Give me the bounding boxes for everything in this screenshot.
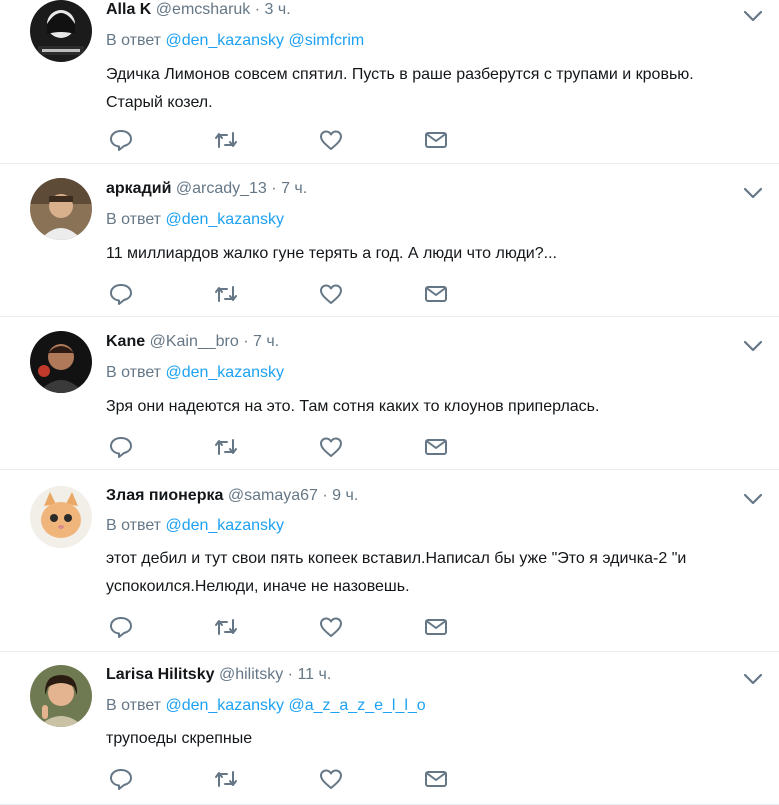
reply-context: В ответ @den_kazansky	[106, 211, 284, 229]
tweet[interactable]: Alla K @emcsharuk · 3 ч. В ответ @den_ka…	[0, 0, 779, 164]
timestamp[interactable]: 11 ч.	[297, 666, 331, 683]
timestamp[interactable]: 9 ч.	[332, 487, 358, 504]
tweet-header: Larisa Hilitsky @hilitsky · 11 ч.	[106, 666, 331, 684]
reply-context: В ответ @den_kazansky	[106, 517, 284, 535]
retweet-icon[interactable]	[213, 767, 239, 791]
mention-link[interactable]: @den_kazansky	[165, 32, 284, 49]
tweet[interactable]: Злая пионерка @samaya67 · 9 ч. В ответ @…	[0, 470, 779, 652]
tweet-header: аркадий @arcady_13 · 7 ч.	[106, 180, 307, 198]
reply-prefix: В ответ	[106, 364, 162, 381]
mention-link[interactable]: @simfcrim	[288, 32, 364, 49]
timestamp[interactable]: 7 ч.	[281, 180, 307, 197]
author-handle[interactable]: @arcady_13	[176, 180, 267, 197]
avatar[interactable]	[30, 486, 92, 548]
reply-prefix: В ответ	[106, 32, 162, 49]
reply-context: В ответ @den_kazansky	[106, 364, 284, 382]
tweet-text: 11 миллиардов жалко гуне терять а год. А…	[106, 245, 557, 262]
tweet[interactable]: Larisa Hilitsky @hilitsky · 11 ч. В отве…	[0, 652, 779, 805]
tweet[interactable]: Kane @Kain__bro · 7 ч. В ответ @den_kaza…	[0, 317, 779, 470]
avatar[interactable]	[30, 665, 92, 727]
reply-icon[interactable]	[108, 767, 134, 791]
avatar[interactable]	[30, 0, 92, 62]
reply-prefix: В ответ	[106, 211, 162, 228]
author-handle[interactable]: @samaya67	[228, 487, 318, 504]
tweet-text: Зря они надеются на это. Там сотня каких…	[106, 398, 600, 415]
chevron-down-icon[interactable]	[742, 491, 764, 507]
reply-icon[interactable]	[108, 615, 134, 639]
separator-dot: ·	[254, 1, 261, 18]
like-icon[interactable]	[318, 767, 344, 791]
timestamp[interactable]: 3 ч.	[265, 1, 291, 18]
direct-message-icon[interactable]	[423, 767, 449, 791]
retweet-icon[interactable]	[213, 282, 239, 306]
chevron-down-icon[interactable]	[742, 185, 764, 201]
mention-link[interactable]: @den_kazansky	[165, 364, 284, 381]
mention-link[interactable]: @den_kazansky	[165, 211, 284, 228]
tweet-text: этот дебил и тут свои пять копеек встави…	[106, 550, 687, 595]
tweet-text: Эдичка Лимонов совсем спятил. Пусть в ра…	[106, 66, 694, 111]
separator-dot: ·	[322, 487, 328, 504]
like-icon[interactable]	[318, 615, 344, 639]
separator-dot: ·	[271, 180, 277, 197]
chevron-down-icon[interactable]	[742, 671, 764, 687]
reply-icon[interactable]	[108, 282, 134, 306]
tweet-actions	[106, 435, 466, 459]
tweet-text: трупоеды скрепные	[106, 730, 253, 747]
like-icon[interactable]	[318, 282, 344, 306]
like-icon[interactable]	[318, 435, 344, 459]
reply-prefix: В ответ	[106, 697, 162, 714]
chevron-down-icon[interactable]	[742, 338, 764, 354]
author-name[interactable]: Alla K	[106, 1, 151, 18]
mention-link[interactable]: @a_z_a_z_e_l_l_o	[288, 697, 425, 714]
tweet-header: Alla K @emcsharuk · 3 ч.	[106, 1, 291, 19]
tweet-actions	[106, 767, 466, 791]
tweet-actions	[106, 128, 466, 152]
direct-message-icon[interactable]	[423, 615, 449, 639]
avatar[interactable]	[30, 178, 92, 240]
mention-link[interactable]: @den_kazansky	[165, 697, 284, 714]
author-name[interactable]: Larisa Hilitsky	[106, 666, 215, 683]
tweet-header: Kane @Kain__bro · 7 ч.	[106, 333, 279, 351]
author-handle[interactable]: @emcsharuk	[156, 1, 251, 18]
reply-prefix: В ответ	[106, 517, 162, 534]
chevron-down-icon[interactable]	[742, 8, 764, 24]
tweet-header: Злая пионерка @samaya67 · 9 ч.	[106, 487, 358, 505]
reply-icon[interactable]	[108, 128, 134, 152]
reply-feed: Alla K @emcsharuk · 3 ч. В ответ @den_ka…	[0, 0, 779, 805]
tweet-actions	[106, 282, 466, 306]
author-name[interactable]: аркадий	[106, 180, 171, 197]
author-handle[interactable]: @hilitsky	[219, 666, 283, 683]
separator-dot: ·	[243, 333, 249, 350]
direct-message-icon[interactable]	[423, 435, 449, 459]
author-name[interactable]: Злая пионерка	[106, 487, 223, 504]
retweet-icon[interactable]	[213, 615, 239, 639]
reply-context: В ответ @den_kazansky @simfcrim	[106, 32, 364, 50]
tweet-actions	[106, 615, 466, 639]
reply-icon[interactable]	[108, 435, 134, 459]
timestamp[interactable]: 7 ч.	[253, 333, 279, 350]
mention-link[interactable]: @den_kazansky	[165, 517, 284, 534]
author-name[interactable]: Kane	[106, 333, 145, 350]
direct-message-icon[interactable]	[423, 128, 449, 152]
author-handle[interactable]: @Kain__bro	[150, 333, 239, 350]
retweet-icon[interactable]	[213, 128, 239, 152]
reply-context: В ответ @den_kazansky @a_z_a_z_e_l_l_o	[106, 697, 426, 715]
tweet[interactable]: аркадий @arcady_13 · 7 ч. В ответ @den_k…	[0, 164, 779, 317]
retweet-icon[interactable]	[213, 435, 239, 459]
avatar[interactable]	[30, 331, 92, 393]
separator-dot: ·	[287, 666, 293, 683]
like-icon[interactable]	[318, 128, 344, 152]
direct-message-icon[interactable]	[423, 282, 449, 306]
